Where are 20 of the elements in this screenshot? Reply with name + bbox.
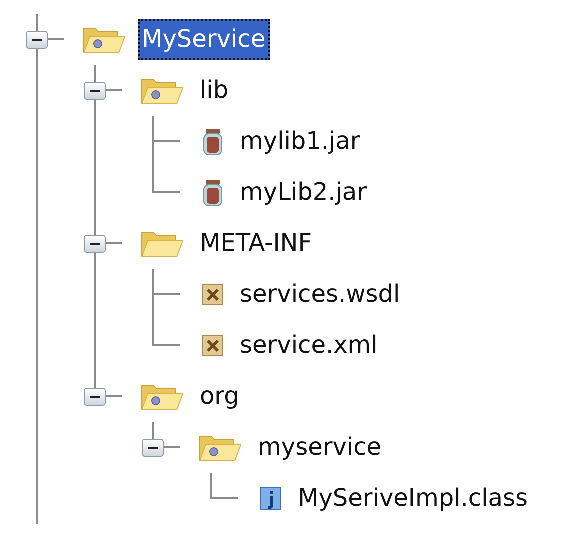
toggle-button[interactable] <box>84 234 106 252</box>
jar-icon <box>202 128 224 156</box>
tree-item[interactable]: MySeriveImpl.class <box>294 478 532 519</box>
tree-item[interactable]: lib <box>196 70 233 111</box>
tree-item[interactable]: org <box>196 376 244 417</box>
toggle-button[interactable] <box>142 438 164 456</box>
toggle-button[interactable] <box>84 388 106 406</box>
xml-file-icon <box>202 284 224 306</box>
tree-item[interactable]: myLib2.jar <box>236 172 371 213</box>
toggle-button[interactable] <box>84 82 106 100</box>
tree-item[interactable]: myservice <box>254 427 386 468</box>
jar-icon <box>202 178 224 206</box>
tree-item[interactable]: service.xml <box>236 325 382 366</box>
tree-item[interactable]: META-INF <box>196 223 316 264</box>
class-file-icon <box>260 486 282 510</box>
tree-item[interactable]: MyService <box>138 19 270 60</box>
xml-file-icon <box>202 334 224 356</box>
tree-item[interactable]: mylib1.jar <box>236 121 364 162</box>
toggle-button[interactable] <box>26 30 48 48</box>
tree-item[interactable]: services.wsdl <box>236 274 404 315</box>
